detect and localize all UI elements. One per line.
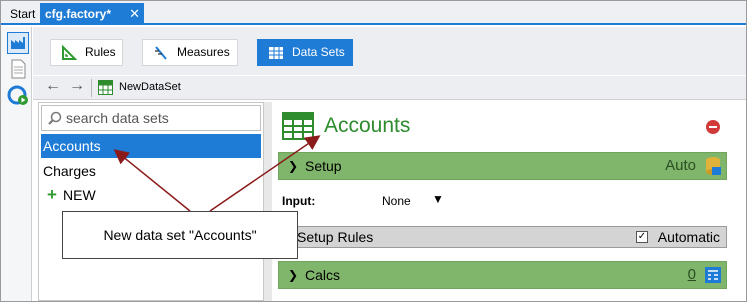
data-set-title: Accounts — [324, 114, 411, 137]
rules-button[interactable]: Rules — [50, 39, 123, 66]
data-set-editor: Accounts ❯ Setup Auto Input: None ▼ Setu… — [272, 102, 746, 301]
input-select-value[interactable]: None — [382, 194, 411, 208]
data-sets-label: Data Sets — [292, 45, 345, 59]
annotation-callout: New data set "Accounts" — [62, 211, 298, 259]
back-arrow-icon[interactable]: ← — [45, 77, 61, 95]
measures-label: Measures — [177, 45, 230, 59]
factory-icon[interactable] — [7, 32, 29, 54]
measure-icon — [155, 46, 167, 60]
document-icon[interactable] — [7, 58, 29, 80]
rules-label: Rules — [85, 45, 116, 59]
tab-label: cfg.factory* — [45, 7, 112, 21]
table-icon — [269, 47, 283, 59]
measures-button[interactable]: Measures — [142, 39, 238, 66]
run-refresh-icon[interactable] — [7, 84, 29, 106]
search-placeholder: search data sets — [66, 110, 169, 126]
list-item-charges[interactable]: Charges — [41, 159, 261, 183]
document-tab-strip: Start cfg.factory* ✕ — [1, 1, 746, 25]
calcs-count[interactable]: 0 — [688, 262, 696, 288]
tab-start[interactable]: Start — [5, 5, 40, 23]
data-sets-panel: search data sets Accounts Charges + NEW — [38, 102, 264, 301]
new-data-set-button[interactable]: + NEW — [41, 183, 261, 207]
table-grid-icon — [98, 80, 113, 95]
search-input[interactable]: search data sets — [41, 105, 261, 131]
nav-separator — [91, 79, 92, 97]
automatic-label: Automatic — [657, 229, 720, 245]
calcs-label: Calcs — [305, 267, 341, 283]
collapse-chevron-icon[interactable]: ❯ — [288, 262, 298, 288]
calculator-icon[interactable] — [704, 265, 722, 285]
setup-section-header[interactable]: ❯ Setup Auto — [278, 152, 727, 180]
data-set-table-icon — [282, 112, 314, 140]
forward-arrow-icon[interactable]: → — [69, 77, 85, 95]
left-icon-rail — [1, 27, 32, 301]
tab-cfg-factory[interactable]: cfg.factory* ✕ — [40, 3, 144, 25]
collapse-chevron-icon[interactable]: ❯ — [288, 153, 298, 179]
navigation-bar: ← → NewDataSet — [33, 76, 746, 100]
setup-label: Setup — [305, 158, 342, 174]
plus-icon: + — [47, 185, 57, 204]
ruler-triangle-icon — [62, 45, 77, 60]
data-sets-button[interactable]: Data Sets — [257, 39, 353, 66]
setup-rules-label: Setup Rules — [297, 229, 374, 245]
dropdown-caret-icon[interactable]: ▼ — [432, 192, 444, 206]
new-label: NEW — [63, 187, 96, 203]
panel-splitter[interactable] — [264, 102, 272, 301]
remove-icon[interactable] — [706, 120, 720, 134]
setup-rules-header[interactable]: Setup Rules ✓ Automatic — [278, 226, 727, 248]
list-item-accounts[interactable]: Accounts — [41, 134, 261, 158]
input-label: Input: — [282, 194, 316, 208]
search-icon — [48, 111, 62, 125]
automatic-checkbox[interactable]: ✓ — [636, 231, 648, 243]
main-toolbar: Rules Measures Data Sets — [33, 27, 746, 75]
close-icon[interactable]: ✕ — [129, 3, 140, 25]
calcs-section-header[interactable]: ❯ Calcs 0 — [278, 261, 727, 289]
database-icon[interactable] — [704, 156, 722, 176]
setup-mode: Auto — [665, 157, 696, 174]
breadcrumb-current[interactable]: NewDataSet — [119, 81, 181, 93]
